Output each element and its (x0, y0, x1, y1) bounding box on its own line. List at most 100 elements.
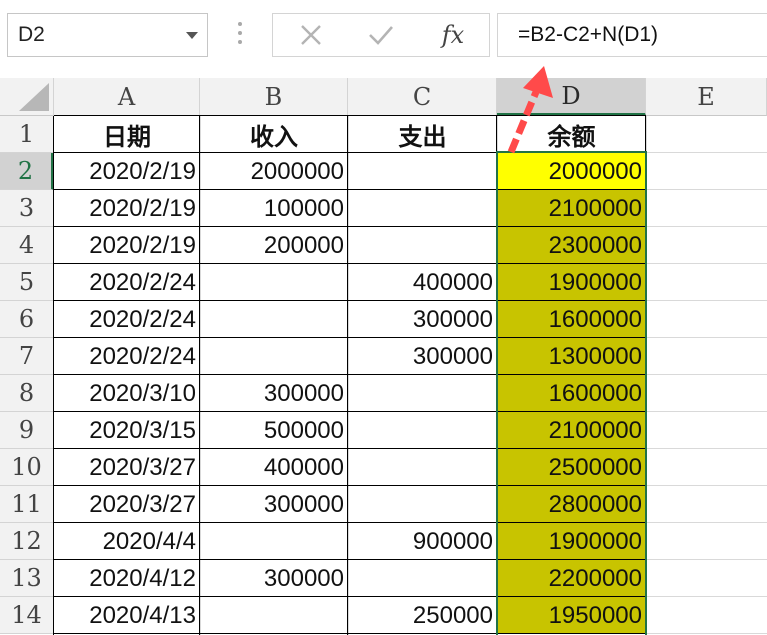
row-header-5[interactable]: 5 (0, 264, 54, 301)
cell-income[interactable]: 300000 (200, 375, 348, 412)
drag-handle-icon[interactable] (238, 22, 242, 48)
cell-income[interactable] (200, 264, 348, 301)
row-header-1[interactable]: 1 (0, 116, 54, 153)
cell-income[interactable]: 300000 (200, 560, 348, 597)
cell-balance[interactable]: 1900000 (497, 523, 646, 560)
cell-expense[interactable]: 300000 (348, 301, 497, 338)
header-date[interactable]: 日期 (54, 116, 200, 153)
cell-date[interactable]: 2020/2/19 (54, 153, 200, 190)
name-box[interactable]: D2 (7, 13, 208, 57)
column-header-b[interactable]: B (200, 78, 348, 116)
cell-income[interactable] (200, 523, 348, 560)
cell-empty[interactable] (646, 449, 767, 486)
cell-income[interactable]: 200000 (200, 227, 348, 264)
column-header-a[interactable]: A (54, 78, 200, 116)
header-income[interactable]: 收入 (200, 116, 348, 153)
cell-empty[interactable] (646, 560, 767, 597)
cell-empty[interactable] (646, 190, 767, 227)
cell-expense[interactable] (348, 227, 497, 264)
cell-expense[interactable] (348, 412, 497, 449)
cell-balance[interactable]: 1300000 (497, 338, 646, 375)
cell-income[interactable]: 300000 (200, 486, 348, 523)
close-icon[interactable] (281, 14, 341, 56)
select-all-button[interactable] (0, 78, 54, 116)
cell-income[interactable] (200, 301, 348, 338)
cell-empty[interactable] (646, 153, 767, 190)
check-icon[interactable] (351, 14, 411, 56)
cell-expense[interactable] (348, 153, 497, 190)
header-balance[interactable]: 余额 (497, 116, 646, 153)
row-header-7[interactable]: 7 (0, 338, 54, 375)
cell-date[interactable]: 2020/2/24 (54, 264, 200, 301)
cell-expense[interactable]: 300000 (348, 338, 497, 375)
cell-date[interactable]: 2020/4/13 (54, 597, 200, 634)
cell-income[interactable]: 400000 (200, 449, 348, 486)
cell-date[interactable]: 2020/2/19 (54, 227, 200, 264)
table-border (54, 263, 646, 264)
cell-balance[interactable]: 2200000 (497, 560, 646, 597)
name-box-value: D2 (18, 23, 45, 46)
cell-empty[interactable] (646, 597, 767, 634)
cell-income[interactable] (200, 338, 348, 375)
cell-balance[interactable]: 1600000 (497, 375, 646, 412)
cell-balance[interactable]: 1900000 (497, 264, 646, 301)
formula-input[interactable]: =B2-C2+N(D1) (497, 13, 767, 57)
row-header-6[interactable]: 6 (0, 301, 54, 338)
cell-date[interactable]: 2020/3/27 (54, 486, 200, 523)
column-header-d[interactable]: D (497, 78, 646, 116)
cell-balance[interactable]: 2100000 (497, 190, 646, 227)
gridline (646, 116, 647, 635)
cell-date[interactable]: 2020/2/24 (54, 301, 200, 338)
cell-balance[interactable]: 2800000 (497, 486, 646, 523)
row-header-14[interactable]: 14 (0, 597, 54, 634)
cell-date[interactable]: 2020/2/19 (54, 190, 200, 227)
row-header-13[interactable]: 13 (0, 560, 54, 597)
cell-expense[interactable]: 400000 (348, 264, 497, 301)
cell-balance[interactable]: 2000000 (497, 153, 646, 190)
cell-expense[interactable] (348, 449, 497, 486)
cell-balance[interactable]: 1950000 (497, 597, 646, 634)
cell-date[interactable]: 2020/3/15 (54, 412, 200, 449)
cell-empty[interactable] (646, 264, 767, 301)
cell-expense[interactable] (348, 190, 497, 227)
cell-expense[interactable] (348, 486, 497, 523)
cell-balance[interactable]: 2100000 (497, 412, 646, 449)
cell-balance[interactable]: 2300000 (497, 227, 646, 264)
cell-income[interactable]: 2000000 (200, 153, 348, 190)
cell-expense[interactable]: 250000 (348, 597, 497, 634)
cell-balance[interactable]: 2500000 (497, 449, 646, 486)
cell-income[interactable]: 500000 (200, 412, 348, 449)
cell-empty[interactable] (646, 116, 767, 153)
row-header-4[interactable]: 4 (0, 227, 54, 264)
cell-date[interactable]: 2020/2/24 (54, 338, 200, 375)
cell-empty[interactable] (646, 412, 767, 449)
row-header-2[interactable]: 2 (0, 153, 54, 190)
row-header-8[interactable]: 8 (0, 375, 54, 412)
cell-empty[interactable] (646, 338, 767, 375)
row-header-11[interactable]: 11 (0, 486, 54, 523)
cell-date[interactable]: 2020/4/12 (54, 560, 200, 597)
cell-date[interactable]: 2020/3/27 (54, 449, 200, 486)
row-header-10[interactable]: 10 (0, 449, 54, 486)
cell-balance[interactable]: 1600000 (497, 301, 646, 338)
cell-income[interactable] (200, 597, 348, 634)
cell-expense[interactable] (348, 375, 497, 412)
chevron-down-icon[interactable] (186, 32, 198, 39)
cell-date[interactable]: 2020/3/10 (54, 375, 200, 412)
cell-empty[interactable] (646, 227, 767, 264)
cell-empty[interactable] (646, 523, 767, 560)
cell-empty[interactable] (646, 486, 767, 523)
cell-date[interactable]: 2020/4/4 (54, 523, 200, 560)
cell-expense[interactable]: 900000 (348, 523, 497, 560)
insert-function-button[interactable]: fx (423, 14, 483, 56)
cell-expense[interactable] (348, 560, 497, 597)
row-header-3[interactable]: 3 (0, 190, 54, 227)
row-header-12[interactable]: 12 (0, 523, 54, 560)
cell-empty[interactable] (646, 301, 767, 338)
header-expense[interactable]: 支出 (348, 116, 497, 153)
column-header-c[interactable]: C (348, 78, 497, 116)
cell-empty[interactable] (646, 375, 767, 412)
row-header-9[interactable]: 9 (0, 412, 54, 449)
column-header-e[interactable]: E (646, 78, 767, 116)
cell-income[interactable]: 100000 (200, 190, 348, 227)
